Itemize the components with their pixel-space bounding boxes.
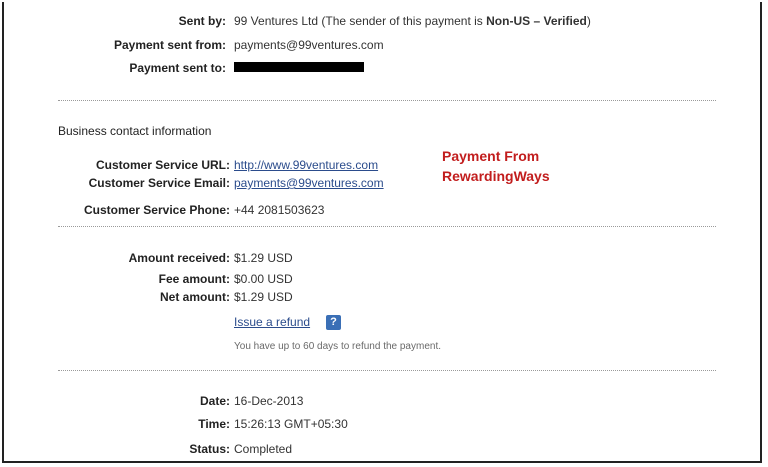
divider (58, 370, 716, 371)
divider (58, 100, 716, 101)
business-contact-heading: Business contact information (58, 124, 212, 138)
service-url-link[interactable]: http://www.99ventures.com (234, 158, 378, 172)
payment-details-frame (2, 2, 762, 463)
service-email-label: Customer Service Email: (88, 176, 230, 190)
sender-verification-status: Non-US – Verified (486, 14, 587, 28)
redacted-recipient (234, 62, 364, 72)
annotation-line-2: RewardingWays (442, 168, 550, 184)
service-url-label: Customer Service URL: (95, 158, 230, 172)
sent-to-label: Payment sent to: (129, 61, 226, 75)
net-amount-label: Net amount: (160, 290, 230, 304)
amount-received-value: $1.29 USD (234, 251, 293, 265)
issue-refund-link[interactable]: Issue a refund (234, 315, 310, 329)
sent-from-value: payments@99ventures.com (234, 38, 384, 52)
status-label: Status: (189, 442, 230, 456)
fee-amount-value: $0.00 USD (234, 272, 293, 286)
date-value: 16-Dec-2013 (234, 394, 304, 408)
net-amount-value: $1.29 USD (234, 290, 293, 304)
refund-window-note: You have up to 60 days to refund the pay… (234, 341, 442, 352)
fee-amount-label: Fee amount: (158, 272, 230, 286)
divider (58, 226, 716, 227)
help-icon[interactable]: ? (326, 315, 341, 330)
service-email-link[interactable]: payments@99ventures.com (234, 176, 384, 190)
sent-by-suffix: ) (586, 14, 591, 28)
sent-by-label: Sent by: (178, 14, 226, 28)
annotation-text: Payment From RewardingWays (442, 146, 550, 186)
service-phone-label: Customer Service Phone: (83, 203, 230, 217)
service-phone-value: +44 2081503623 (234, 203, 325, 217)
date-label: Date: (199, 394, 230, 408)
annotation-line-1: Payment From (442, 148, 540, 164)
time-label: Time: (198, 417, 230, 431)
sent-by-value: 99 Ventures Ltd (The sender of this paym… (234, 14, 591, 28)
status-value: Completed (234, 442, 293, 456)
time-value: 15:26:13 GMT+05:30 (234, 417, 348, 431)
sent-from-label: Payment sent from: (113, 38, 226, 52)
sent-by-prefix: 99 Ventures Ltd (The sender of this paym… (234, 14, 487, 28)
amount-received-label: Amount received: (128, 251, 230, 265)
